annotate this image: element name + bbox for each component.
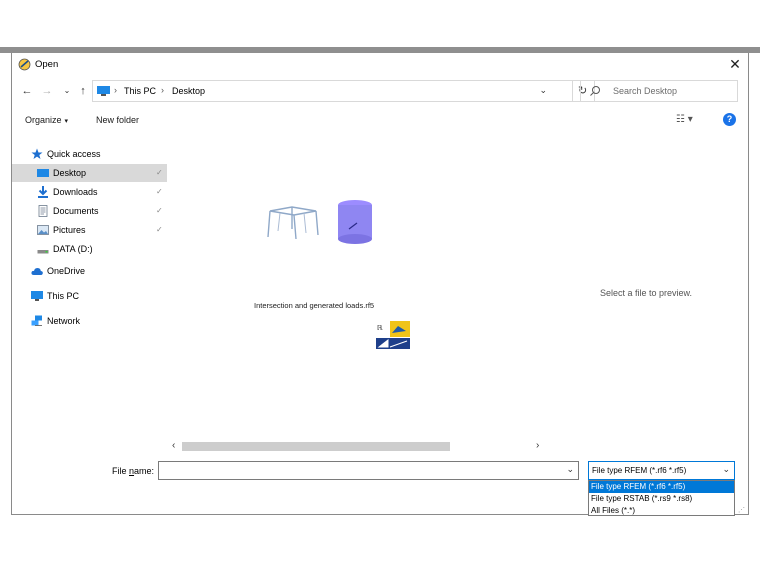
cloud-icon: [31, 268, 43, 275]
sidebar-item-data-drive[interactable]: DATA (D:): [12, 240, 167, 258]
chevron-down-icon: ▾: [64, 118, 69, 125]
navigation-bar: ← → ⌄ ↑ › This PC › Desktop ⌄ ↻ Search D…: [12, 79, 750, 103]
pictures-icon: [37, 225, 49, 235]
organize-label: Organize: [25, 115, 62, 125]
sidebar-item-onedrive[interactable]: OneDrive: [12, 262, 167, 280]
background-right: [749, 53, 760, 516]
scroll-left-icon[interactable]: ‹: [172, 440, 175, 451]
sidebar-item-label: Downloads: [53, 187, 98, 197]
pin-icon: ✓: [156, 168, 163, 177]
address-bar[interactable]: › This PC › Desktop ⌄: [92, 80, 573, 102]
file-list: ℝ Intersection and generated loads.rf5: [172, 145, 592, 445]
title-bar: Open ✕: [12, 53, 750, 75]
command-bar: Organize ▾ New folder ☷ ▾ ?: [12, 111, 750, 131]
address-dropdown-icon[interactable]: ⌄: [539, 85, 547, 96]
recent-locations-button[interactable]: ⌄: [60, 84, 74, 98]
computer-icon: [97, 86, 110, 96]
file-type-dropdown-list: File type RFEM (*.rf6 *.rf5) File type R…: [588, 480, 735, 516]
sidebar-item-label: This PC: [47, 291, 80, 301]
rfem-file-icon: ℝ: [376, 321, 410, 351]
sidebar-item-downloads[interactable]: Downloads ✓: [12, 183, 167, 201]
pin-icon: ✓: [156, 187, 163, 196]
svg-text:ℝ: ℝ: [377, 324, 383, 332]
open-dialog: Open ✕ ← → ⌄ ↑ › This PC › Desktop ⌄ ↻ S: [11, 53, 750, 516]
sidebar-item-documents[interactable]: Documents ✓: [12, 202, 167, 220]
scrollbar-thumb[interactable]: [182, 442, 450, 451]
search-icon: [590, 86, 600, 96]
up-button[interactable]: ↑: [76, 84, 90, 98]
file-type-option-rstab[interactable]: File type RSTAB (*.rs9 *.rs8): [589, 493, 734, 505]
sidebar-item-label: Network: [47, 316, 81, 326]
sidebar-item-quick-access[interactable]: Quick access: [12, 145, 167, 163]
file-type-option-rfem[interactable]: File type RFEM (*.rf6 *.rf5): [589, 481, 734, 493]
sidebar-item-label: Quick access: [47, 149, 101, 159]
background-top: [0, 0, 760, 47]
sidebar-item-label: Pictures: [53, 225, 86, 235]
pin-icon: ✓: [156, 225, 163, 234]
resize-grip-icon[interactable]: ⋰: [738, 506, 745, 514]
breadcrumb-separator-icon: ›: [161, 85, 164, 95]
breadcrumb-separator-icon: ›: [114, 85, 117, 95]
drive-icon: [37, 250, 49, 254]
chevron-down-icon[interactable]: ⌄: [566, 464, 574, 475]
window-title: Open: [35, 59, 59, 70]
help-icon[interactable]: ?: [723, 113, 736, 126]
preview-pane-text: Select a file to preview.: [600, 288, 693, 298]
download-icon: [38, 186, 48, 198]
change-view-button[interactable]: ☷ ▾: [676, 114, 693, 125]
sidebar-item-label: DATA (D:): [53, 244, 93, 254]
file-name-input[interactable]: ⌄: [158, 461, 579, 480]
star-icon: [31, 148, 43, 159]
cylinder-thumbnail-icon: [338, 200, 372, 244]
file-type-option-all[interactable]: All Files (*.*): [589, 505, 734, 517]
sidebar-item-label: Desktop: [53, 168, 87, 178]
computer-icon: [31, 291, 43, 301]
documents-icon: [38, 205, 48, 217]
search-placeholder: Search Desktop: [613, 86, 678, 96]
file-item-name[interactable]: Intersection and generated loads.rf5: [254, 301, 374, 310]
file-type-select[interactable]: File type RFEM (*.rf6 *.rf5) ⌄: [588, 461, 735, 480]
back-button[interactable]: ←: [20, 84, 34, 98]
file-name-label: File name:: [112, 466, 155, 476]
sidebar-item-this-pc[interactable]: This PC: [12, 287, 167, 305]
app-icon: [18, 58, 31, 71]
navigation-pane: Quick access Desktop ✓ Downloads ✓ Docum…: [12, 145, 167, 445]
organize-button[interactable]: Organize ▾: [25, 115, 68, 125]
file-type-selected: File type RFEM (*.rf6 *.rf5): [592, 466, 687, 475]
new-folder-button[interactable]: New folder: [96, 115, 139, 125]
file-item[interactable]: [252, 193, 402, 313]
desktop-icon: [37, 169, 49, 177]
pin-icon: ✓: [156, 206, 163, 215]
sidebar-item-label: OneDrive: [47, 266, 86, 276]
breadcrumb-this-pc[interactable]: This PC: [124, 86, 156, 96]
sidebar-item-network[interactable]: Network: [12, 312, 167, 330]
search-box[interactable]: Search Desktop: [580, 80, 738, 102]
close-button[interactable]: ✕: [726, 55, 744, 73]
structure-thumbnail-icon: [267, 206, 319, 240]
sidebar-item-desktop[interactable]: Desktop ✓: [12, 164, 167, 182]
sidebar-item-label: Documents: [53, 206, 99, 216]
scroll-right-icon[interactable]: ›: [536, 440, 539, 451]
background-bottom: [0, 516, 760, 570]
forward-button[interactable]: →: [40, 84, 54, 98]
network-icon: [31, 315, 42, 326]
horizontal-scrollbar[interactable]: ‹ ›: [172, 439, 542, 453]
sidebar-item-pictures[interactable]: Pictures ✓: [12, 221, 167, 239]
chevron-down-icon[interactable]: ⌄: [722, 464, 730, 475]
breadcrumb-desktop[interactable]: Desktop: [172, 86, 205, 96]
